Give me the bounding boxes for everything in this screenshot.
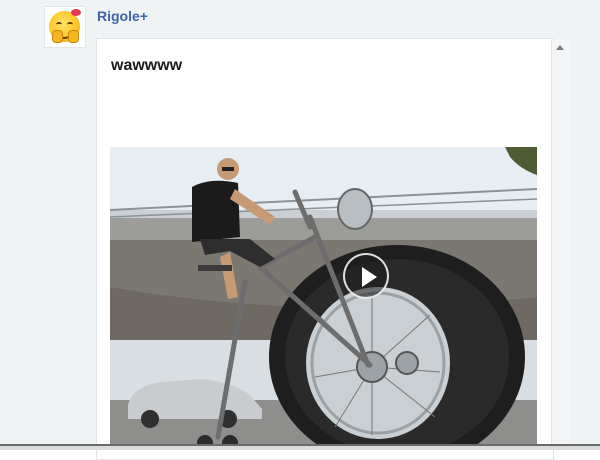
left-hand: [52, 30, 63, 43]
left-eye: [56, 22, 62, 27]
play-icon: [362, 267, 377, 287]
video-thumbnail[interactable]: [110, 147, 537, 445]
avatar[interactable]: [44, 6, 86, 48]
scroll-up-arrow-icon[interactable]: [556, 45, 564, 50]
video-play-button[interactable]: [343, 253, 389, 299]
post-text: wawwww: [111, 57, 183, 74]
scrollbar[interactable]: [551, 40, 570, 450]
right-eye: [67, 22, 73, 27]
right-hand: [68, 30, 79, 43]
bottom-bar: [0, 446, 600, 450]
smiley-face-icon: [49, 9, 81, 43]
bow-icon: [71, 9, 81, 16]
monster-bike-photo: [110, 147, 537, 445]
author-name-link[interactable]: Rigole+: [97, 8, 148, 24]
